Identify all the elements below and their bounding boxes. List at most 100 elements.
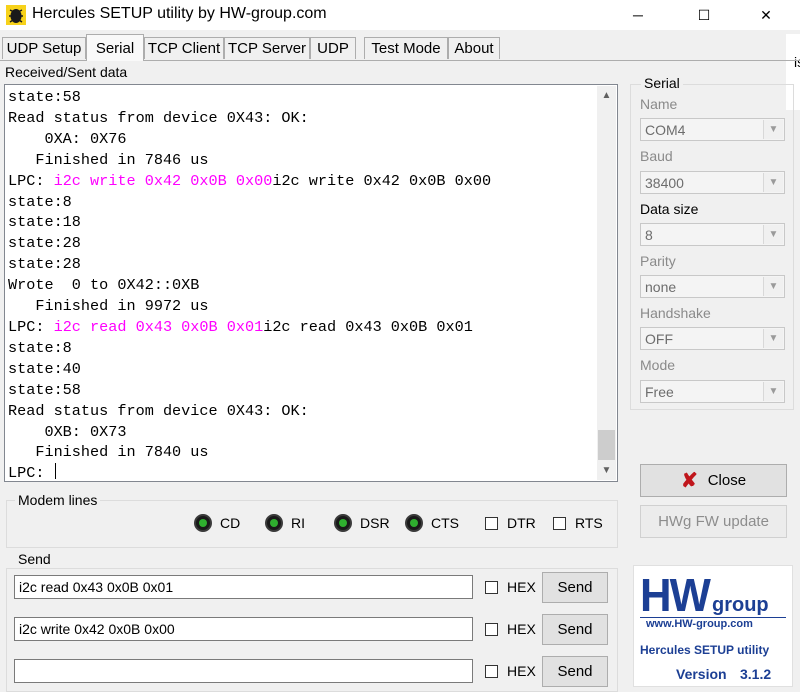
received-line: state:18 [8, 212, 598, 233]
ri-led-icon [265, 514, 283, 532]
ri-label: RI [291, 515, 305, 531]
tab-test-mode[interactable]: Test Mode [364, 37, 448, 59]
data-size-value: 8 [645, 227, 653, 243]
baud-value: 38400 [645, 175, 684, 191]
logo-product: Hercules SETUP utility [640, 643, 770, 657]
serial-group-title: Serial [641, 75, 683, 91]
dsr-label: DSR [360, 515, 390, 531]
baud-label: Baud [640, 148, 673, 164]
tab-udp-setup[interactable]: UDP Setup [2, 37, 86, 59]
hex-checkbox-2[interactable] [485, 623, 498, 636]
handshake-value: OFF [645, 331, 673, 347]
line-prompt: LPC: [8, 171, 54, 190]
line-text: state:40 [8, 359, 81, 378]
tab-about[interactable]: About [448, 37, 500, 59]
handshake-combobox[interactable]: OFF ▼ [640, 327, 785, 350]
hwg-fw-update-button[interactable]: HWg FW update [640, 505, 787, 538]
send-input-2[interactable]: i2c write 0x42 0x0B 0x00 [14, 617, 473, 641]
data-size-label: Data size [640, 201, 699, 217]
mode-label: Mode [640, 357, 676, 373]
parity-combobox[interactable]: none ▼ [640, 275, 785, 298]
close-port-label: Close [707, 472, 747, 489]
cts-led-icon [405, 514, 423, 532]
send-group-title: Send [15, 551, 54, 567]
mode-combobox[interactable]: Free ▼ [640, 380, 785, 403]
close-x-icon: ✘ [680, 470, 698, 492]
baud-combobox[interactable]: 38400 ▼ [640, 171, 785, 194]
hw-group-logo[interactable]: HW group www.HW-group.com Hercules SETUP… [633, 565, 793, 687]
send-button-3[interactable]: Send [542, 656, 608, 687]
line-text: Wrote 0 to 0X42::0XB [8, 276, 200, 295]
chevron-down-icon[interactable]: ▼ [763, 225, 783, 244]
received-sent-label: Received/Sent data [5, 64, 128, 80]
send-button-2[interactable]: Send [542, 614, 608, 645]
received-scrollbar[interactable] [597, 86, 616, 480]
window-title: Hercules SETUP utility by HW-group.com [32, 5, 327, 22]
maximize-button[interactable]: ☐ [681, 0, 727, 30]
hex-checkbox-1[interactable] [485, 581, 498, 594]
chevron-down-icon[interactable]: ▼ [763, 120, 783, 139]
hex-checkbox-3[interactable] [485, 665, 498, 678]
background-window-text: is [794, 54, 800, 70]
logo-group: group [712, 594, 769, 616]
tab-udp[interactable]: UDP [310, 37, 356, 59]
dtr-label: DTR [507, 515, 536, 531]
received-line: state:8 [8, 338, 598, 359]
send-button-1[interactable]: Send [542, 572, 608, 603]
scroll-up-arrow-icon[interactable]: ▲ [597, 86, 616, 105]
line-prompt: LPC: [8, 317, 54, 336]
line-text: Finished in 7840 us [8, 443, 209, 462]
dsr-led-icon [334, 514, 352, 532]
dtr-checkbox[interactable] [485, 517, 498, 530]
line-text: state:28 [8, 234, 81, 253]
hex-label-2: HEX [507, 621, 536, 637]
close-port-button[interactable]: ✘ Close [640, 464, 787, 497]
chevron-down-icon[interactable]: ▼ [763, 173, 783, 192]
line-text: state:28 [8, 255, 81, 274]
hex-label-3: HEX [507, 663, 536, 679]
received-line: state:28 [8, 254, 598, 275]
tab-tcp-server[interactable]: TCP Server [224, 37, 310, 59]
send-input-3[interactable] [14, 659, 473, 683]
version-number: 3.1.2 [740, 666, 772, 682]
logo-url: www.HW-group.com [646, 618, 753, 630]
line-text: Finished in 7846 us [8, 150, 209, 169]
line-prompt: LPC: [8, 464, 54, 482]
tab-serial[interactable]: Serial [86, 34, 144, 61]
received-line: Finished in 9972 us [8, 296, 598, 317]
chevron-down-icon[interactable]: ▼ [763, 329, 783, 348]
parity-value: none [645, 279, 677, 295]
chevron-down-icon[interactable]: ▼ [763, 382, 783, 401]
name-combobox[interactable]: COM4 ▼ [640, 118, 785, 141]
received-line: Wrote 0 to 0X42::0XB [8, 275, 598, 296]
chevron-down-icon[interactable]: ▼ [763, 277, 783, 296]
name-value: COM4 [645, 122, 686, 138]
received-data-textarea[interactable]: state:58 Read status from device 0X43: OK… [4, 84, 618, 482]
tab-tcp-client[interactable]: TCP Client [144, 37, 224, 59]
received-line: Finished in 7840 us [8, 442, 598, 463]
received-line: state:58 [8, 380, 598, 401]
received-line: Read status from device 0X43: OK: [8, 401, 598, 422]
received-line: LPC: i2c write 0x42 0x0B 0x00i2c write 0… [8, 171, 598, 192]
scroll-thumb[interactable] [598, 430, 615, 460]
mode-value: Free [645, 384, 674, 400]
close-window-button[interactable]: ✕ [743, 0, 789, 30]
line-text: state:8 [8, 192, 72, 211]
received-line: state:58 [8, 87, 598, 108]
line-text: 0XA: 0X76 [8, 129, 127, 148]
parity-label: Parity [640, 253, 676, 269]
minimize-button[interactable]: ─ [615, 0, 661, 30]
send-input-1[interactable]: i2c read 0x43 0x0B 0x01 [14, 575, 473, 599]
received-line: 0XA: 0X76 [8, 129, 598, 150]
line-text: Read status from device 0X43: OK: [8, 108, 309, 127]
rts-checkbox[interactable] [553, 517, 566, 530]
cts-label: CTS [431, 515, 459, 531]
line-text: state:8 [8, 338, 72, 357]
hercules-app-icon [5, 4, 27, 26]
line-sent-command: i2c read 0x43 0x0B 0x01 [263, 317, 473, 336]
line-echo-command: i2c write 0x42 0x0B 0x00 [53, 171, 273, 190]
scroll-down-arrow-icon[interactable]: ▼ [597, 461, 616, 480]
received-line: LPC: [8, 463, 598, 482]
line-text: state:18 [8, 213, 81, 232]
data-size-combobox[interactable]: 8 ▼ [640, 223, 785, 246]
